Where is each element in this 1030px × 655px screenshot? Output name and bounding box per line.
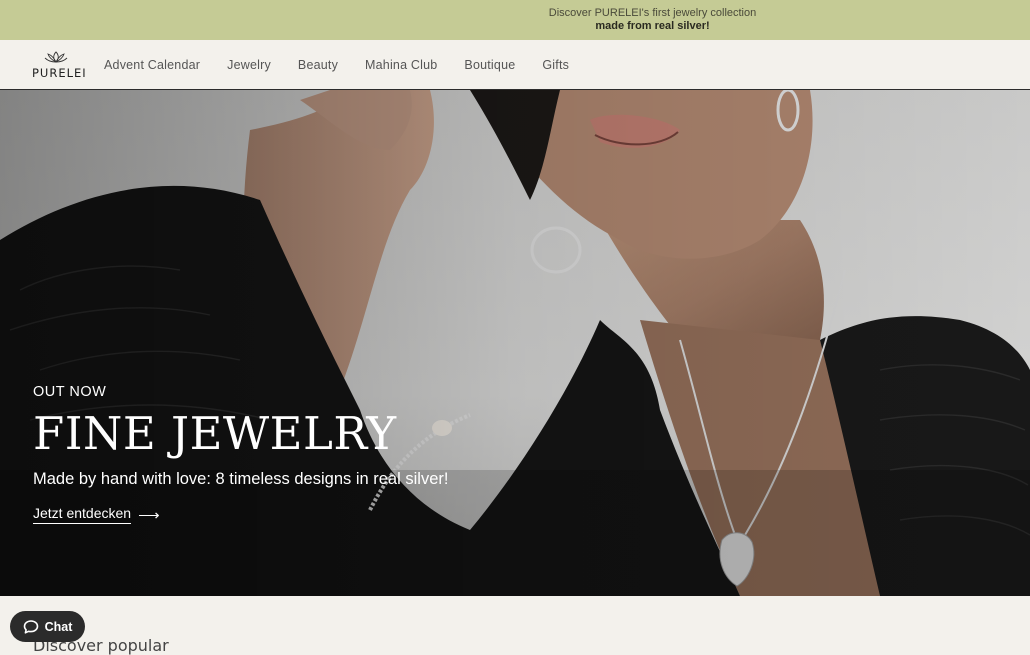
nav-item-gifts[interactable]: Gifts xyxy=(542,58,569,72)
nav-item-jewelry[interactable]: Jewelry xyxy=(227,58,271,72)
nav-item-mahina-club[interactable]: Mahina Club xyxy=(365,58,437,72)
nav-item-advent-calendar[interactable]: Advent Calendar xyxy=(104,58,200,72)
hero-subtitle: Made by hand with love: 8 timeless desig… xyxy=(33,470,449,488)
main-nav: PURELEI Advent Calendar Jewelry Beauty M… xyxy=(0,40,1030,90)
hero-cta-link[interactable]: Jetzt entdecken ⟶ xyxy=(33,505,160,524)
announcement-highlight: made from real silver! xyxy=(595,20,710,32)
hero-content: OUT NOW FINE JEWELRY Made by hand with l… xyxy=(33,384,448,524)
arrow-right-icon: ⟶ xyxy=(138,506,160,524)
chat-label[interactable]: Chat xyxy=(45,620,73,634)
lotus-icon xyxy=(44,51,68,63)
hero-eyebrow: OUT NOW xyxy=(33,384,107,400)
brand-logo[interactable]: PURELEI xyxy=(32,50,87,82)
chat-bubble-icon xyxy=(23,619,38,634)
chat-button[interactable]: Chat xyxy=(10,611,85,642)
hero-cta-label[interactable]: Jetzt entdecken xyxy=(33,505,132,524)
nav-item-boutique[interactable]: Boutique xyxy=(464,58,515,72)
announcement-text: Discover PURELEI's first jewelry collect… xyxy=(548,7,757,19)
brand-name: PURELEI xyxy=(32,66,87,80)
hero-headline: FINE JEWELRY xyxy=(33,407,397,460)
announcement-bar: Discover PURELEI's first jewelry collect… xyxy=(0,0,1030,40)
nav-item-beauty[interactable]: Beauty xyxy=(298,58,338,72)
popular-section: Discover popular xyxy=(0,596,1030,655)
hero-banner[interactable]: OUT NOW FINE JEWELRY Made by hand with l… xyxy=(0,90,1030,596)
nav-menu: Advent Calendar Jewelry Beauty Mahina Cl… xyxy=(104,40,596,90)
